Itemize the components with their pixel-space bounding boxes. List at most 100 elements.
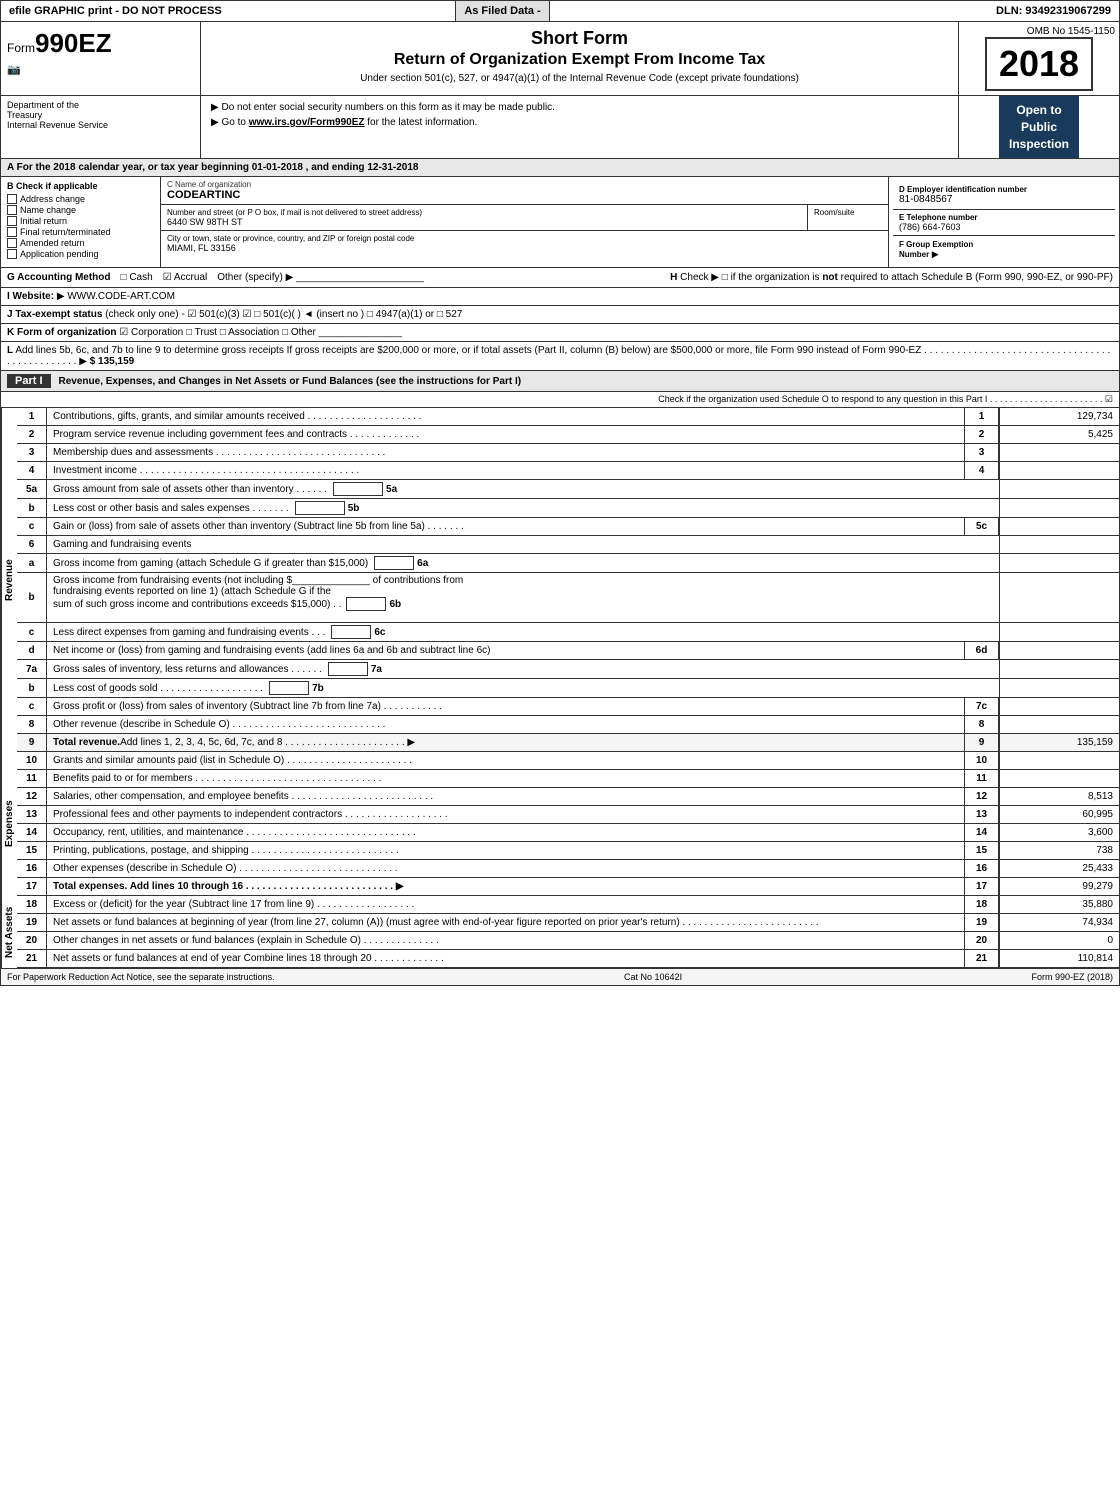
do-not-enter: ▶ Do not enter social security numbers o… (211, 100, 948, 115)
name-change-checkbox (7, 205, 17, 215)
row-7b-desc: Less cost of goods sold . . . . . . . . … (47, 679, 999, 697)
row-7c-value (999, 698, 1119, 715)
row-3-desc: Membership dues and assessments . . . . … (47, 444, 964, 461)
row-11-desc: Benefits paid to or for members . . . . … (47, 770, 964, 787)
notice-section: Department of the Treasury Internal Reve… (1, 96, 1119, 159)
address-change-item: Address change (7, 194, 154, 204)
other-org-option: □ Other _______________ (282, 327, 402, 338)
row-5a-num: 5a (17, 480, 47, 498)
row-6c: c Less direct expenses from gaming and f… (17, 623, 1119, 642)
row-13: 13 Professional fees and other payments … (17, 806, 1119, 824)
row-4-desc: Investment income . . . . . . . . . . . … (47, 462, 964, 479)
omb-no: OMB No 1545-1150 (963, 26, 1115, 37)
box-7a (328, 662, 368, 676)
row-10-num: 10 (17, 752, 47, 769)
row-19-boxnum: 19 (964, 914, 999, 931)
row-6c-desc: Less direct expenses from gaming and fun… (47, 623, 999, 641)
row-12-desc: Salaries, other compensation, and employ… (47, 788, 964, 805)
row-16-desc: Other expenses (describe in Schedule O) … (47, 860, 964, 877)
row-6a: a Gross income from gaming (attach Sched… (17, 554, 1119, 573)
row-5c-value (999, 518, 1119, 535)
row-10-boxnum: 10 (964, 752, 999, 769)
row-16-boxnum: 16 (964, 860, 999, 877)
row-7b: b Less cost of goods sold . . . . . . . … (17, 679, 1119, 698)
row-6-value (999, 536, 1119, 553)
box-5b (295, 501, 345, 515)
row-19: 19 Net assets or fund balances at beginn… (17, 914, 1119, 932)
footer-right: Form 990-EZ (2018) (1031, 972, 1113, 982)
row-1: 1 Contributions, gifts, grants, and simi… (17, 408, 1119, 426)
camera-icon: 📷 (7, 63, 194, 76)
row-14-num: 14 (17, 824, 47, 841)
org-name-row: C Name of organization CODEARTINC (161, 177, 888, 205)
under-section: Under section 501(c), 527, or 4947(a)(1)… (211, 73, 948, 84)
row-7a-num: 7a (17, 660, 47, 678)
short-form-title: Short Form (211, 28, 948, 49)
row-16-value: 25,433 (999, 860, 1119, 877)
box-5a (333, 482, 383, 496)
amended-return-checkbox (7, 238, 17, 248)
row-17: 17 Total expenses. Add lines 10 through … (17, 878, 1119, 896)
footer-cat: Cat No 10642I (624, 972, 682, 982)
row-17-value: 99,279 (999, 878, 1119, 895)
row-6b-value (999, 573, 1119, 622)
accounting-row: G Accounting Method □ Cash ☑ Accrual Oth… (1, 268, 1119, 288)
row-11-boxnum: 11 (964, 770, 999, 787)
box-6c (331, 625, 371, 639)
netassets-side-label: Net Assets (1, 896, 17, 968)
go-to: ▶ Go to www.irs.gov/Form990EZ for the la… (211, 115, 948, 130)
city-label: City or town, state or province, country… (167, 234, 882, 243)
expenses-section-wrapper: Expenses 10 Grants and similar amounts p… (1, 752, 1119, 896)
row-13-desc: Professional fees and other payments to … (47, 806, 964, 823)
form-org-label: K Form of organization (7, 327, 116, 338)
row-1-desc: Contributions, gifts, grants, and simila… (47, 408, 964, 425)
trust-option: □ Trust (186, 327, 217, 338)
row-5a-value (999, 480, 1119, 498)
row-11: 11 Benefits paid to or for members . . .… (17, 770, 1119, 788)
row-20-num: 20 (17, 932, 47, 949)
form-org-row: K Form of organization ☑ Corporation □ T… (1, 324, 1119, 342)
row-4: 4 Investment income . . . . . . . . . . … (17, 462, 1119, 480)
name-change-item: Name change (7, 205, 154, 215)
tax-exempt-text: (check only one) - ☑ 501(c)(3) ☑ □ 501(c… (105, 309, 462, 320)
row-6-desc: Gaming and fundraising events (47, 536, 999, 553)
form-prefix: Form990EZ (7, 28, 194, 59)
row-9-value: 135,159 (999, 734, 1119, 751)
street-value: 6440 SW 98TH ST (167, 217, 801, 227)
row-5b-desc: Less cost or other basis and sales expen… (47, 499, 999, 517)
row-18-num: 18 (17, 896, 47, 913)
row-6c-letter: c (17, 623, 47, 641)
row-20-desc: Other changes in net assets or fund bala… (47, 932, 964, 949)
row-15-num: 15 (17, 842, 47, 859)
row-8-value (999, 716, 1119, 733)
org-name-value: CODEARTINC (167, 189, 882, 201)
corporation-option: ☑ Corporation (119, 327, 183, 338)
row-6d-boxnum: 6d (964, 642, 999, 659)
street-cell: Number and street (or P O box, if mail i… (161, 205, 808, 230)
room-cell: Room/suite (808, 205, 888, 230)
row-3-boxnum: 3 (964, 444, 999, 461)
top-bar-filed-text: As Filed Data - (456, 1, 549, 21)
row-2-desc: Program service revenue including govern… (47, 426, 964, 443)
row-21: 21 Net assets or fund balances at end of… (17, 950, 1119, 968)
row-14: 14 Occupancy, rent, utilities, and maint… (17, 824, 1119, 842)
row-6a-value (999, 554, 1119, 572)
return-title: Return of Organization Exempt From Incom… (211, 51, 948, 69)
row-2: 2 Program service revenue including gove… (17, 426, 1119, 444)
expenses-side-label: Expenses (1, 752, 17, 896)
tax-exempt-row: J Tax-exempt status (check only one) - ☑… (1, 306, 1119, 324)
association-option: □ Association (220, 327, 279, 338)
revenue-section-wrapper: Revenue 1 Contributions, gifts, grants, … (1, 408, 1119, 752)
phone-label: E Telephone number (899, 213, 1109, 222)
expenses-content: 10 Grants and similar amounts paid (list… (17, 752, 1119, 896)
notice-right: Open to Public Inspection (959, 96, 1119, 158)
top-bar-left-text: efile GRAPHIC print - DO NOT PROCESS (1, 1, 456, 21)
row-7a-desc: Gross sales of inventory, less returns a… (47, 660, 999, 678)
notice-center: ▶ Do not enter social security numbers o… (201, 96, 959, 158)
row-12: 12 Salaries, other compensation, and emp… (17, 788, 1119, 806)
info-grid: B Check if applicable Address change Nam… (1, 177, 1119, 268)
section-a-text: A For the 2018 calendar year, or tax yea… (7, 162, 418, 173)
row-2-num: 2 (17, 426, 47, 443)
accounting-label: G Accounting Method (7, 272, 111, 283)
row-3-value (999, 444, 1119, 461)
